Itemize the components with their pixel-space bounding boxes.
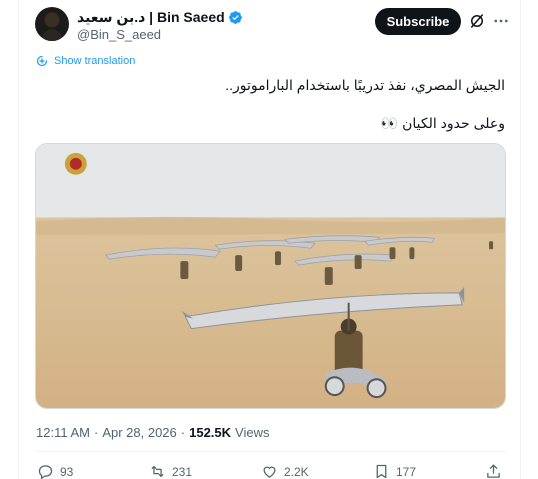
bookmark-icon	[376, 464, 387, 479]
share-button[interactable]	[485, 463, 502, 479]
show-translation-label[interactable]: Show translation	[54, 55, 135, 67]
reply-icon	[38, 465, 53, 479]
video-thumbnail[interactable]	[36, 144, 505, 408]
tweet-text: الجيش المصري، نفذ تدريبًا باستخدام البار…	[45, 76, 505, 152]
author-handle[interactable]: @Bin_S_aeed	[77, 27, 161, 42]
like-count: 2.2K	[284, 464, 309, 479]
action-bar: 93 231 2.2K 177	[35, 463, 506, 479]
translate-icon	[36, 55, 48, 67]
meta-separator-1: ·	[93, 425, 99, 440]
emblem-icon	[64, 152, 87, 175]
tweet-date[interactable]: Apr 28, 2026	[102, 425, 176, 440]
subscribe-button[interactable]: Subscribe	[375, 8, 461, 35]
like-button[interactable]: 2.2K	[261, 463, 309, 479]
divider	[35, 451, 506, 452]
bookmark-count: 177	[396, 464, 417, 479]
meta-separator-2: ·	[180, 425, 186, 440]
heart-icon	[263, 466, 276, 478]
repost-icon	[151, 465, 164, 478]
share-icon	[487, 464, 500, 478]
tweet-line-2: وعلى حدود الكيان 👀	[380, 115, 505, 131]
repost-count: 231	[172, 464, 193, 479]
grok-icon[interactable]	[468, 12, 486, 30]
show-translation-link[interactable]: Show translation	[36, 55, 135, 67]
reply-count: 93	[60, 464, 74, 479]
verified-badge-icon	[228, 11, 242, 24]
views-count: 152.5K	[189, 425, 232, 440]
repost-button[interactable]: 231	[149, 463, 192, 479]
author-name-row[interactable]: د.بن سعيد | Bin Saeed	[77, 9, 243, 26]
tweet-meta: 12:11 AM · Apr 28, 2026 · 152.5K Views	[36, 425, 269, 440]
more-icon[interactable]	[492, 12, 510, 30]
bookmark-button[interactable]: 177	[373, 463, 416, 479]
views-label: Views	[235, 425, 270, 440]
tweet-line-1: الجيش المصري، نفذ تدريبًا باستخدام البار…	[225, 77, 505, 93]
tweet-time[interactable]: 12:11 AM	[36, 425, 90, 440]
avatar[interactable]	[35, 7, 69, 41]
tweet-media[interactable]	[35, 143, 506, 409]
reply-button[interactable]: 93	[37, 463, 73, 479]
author-display-name[interactable]: د.بن سعيد | Bin Saeed	[77, 9, 225, 26]
